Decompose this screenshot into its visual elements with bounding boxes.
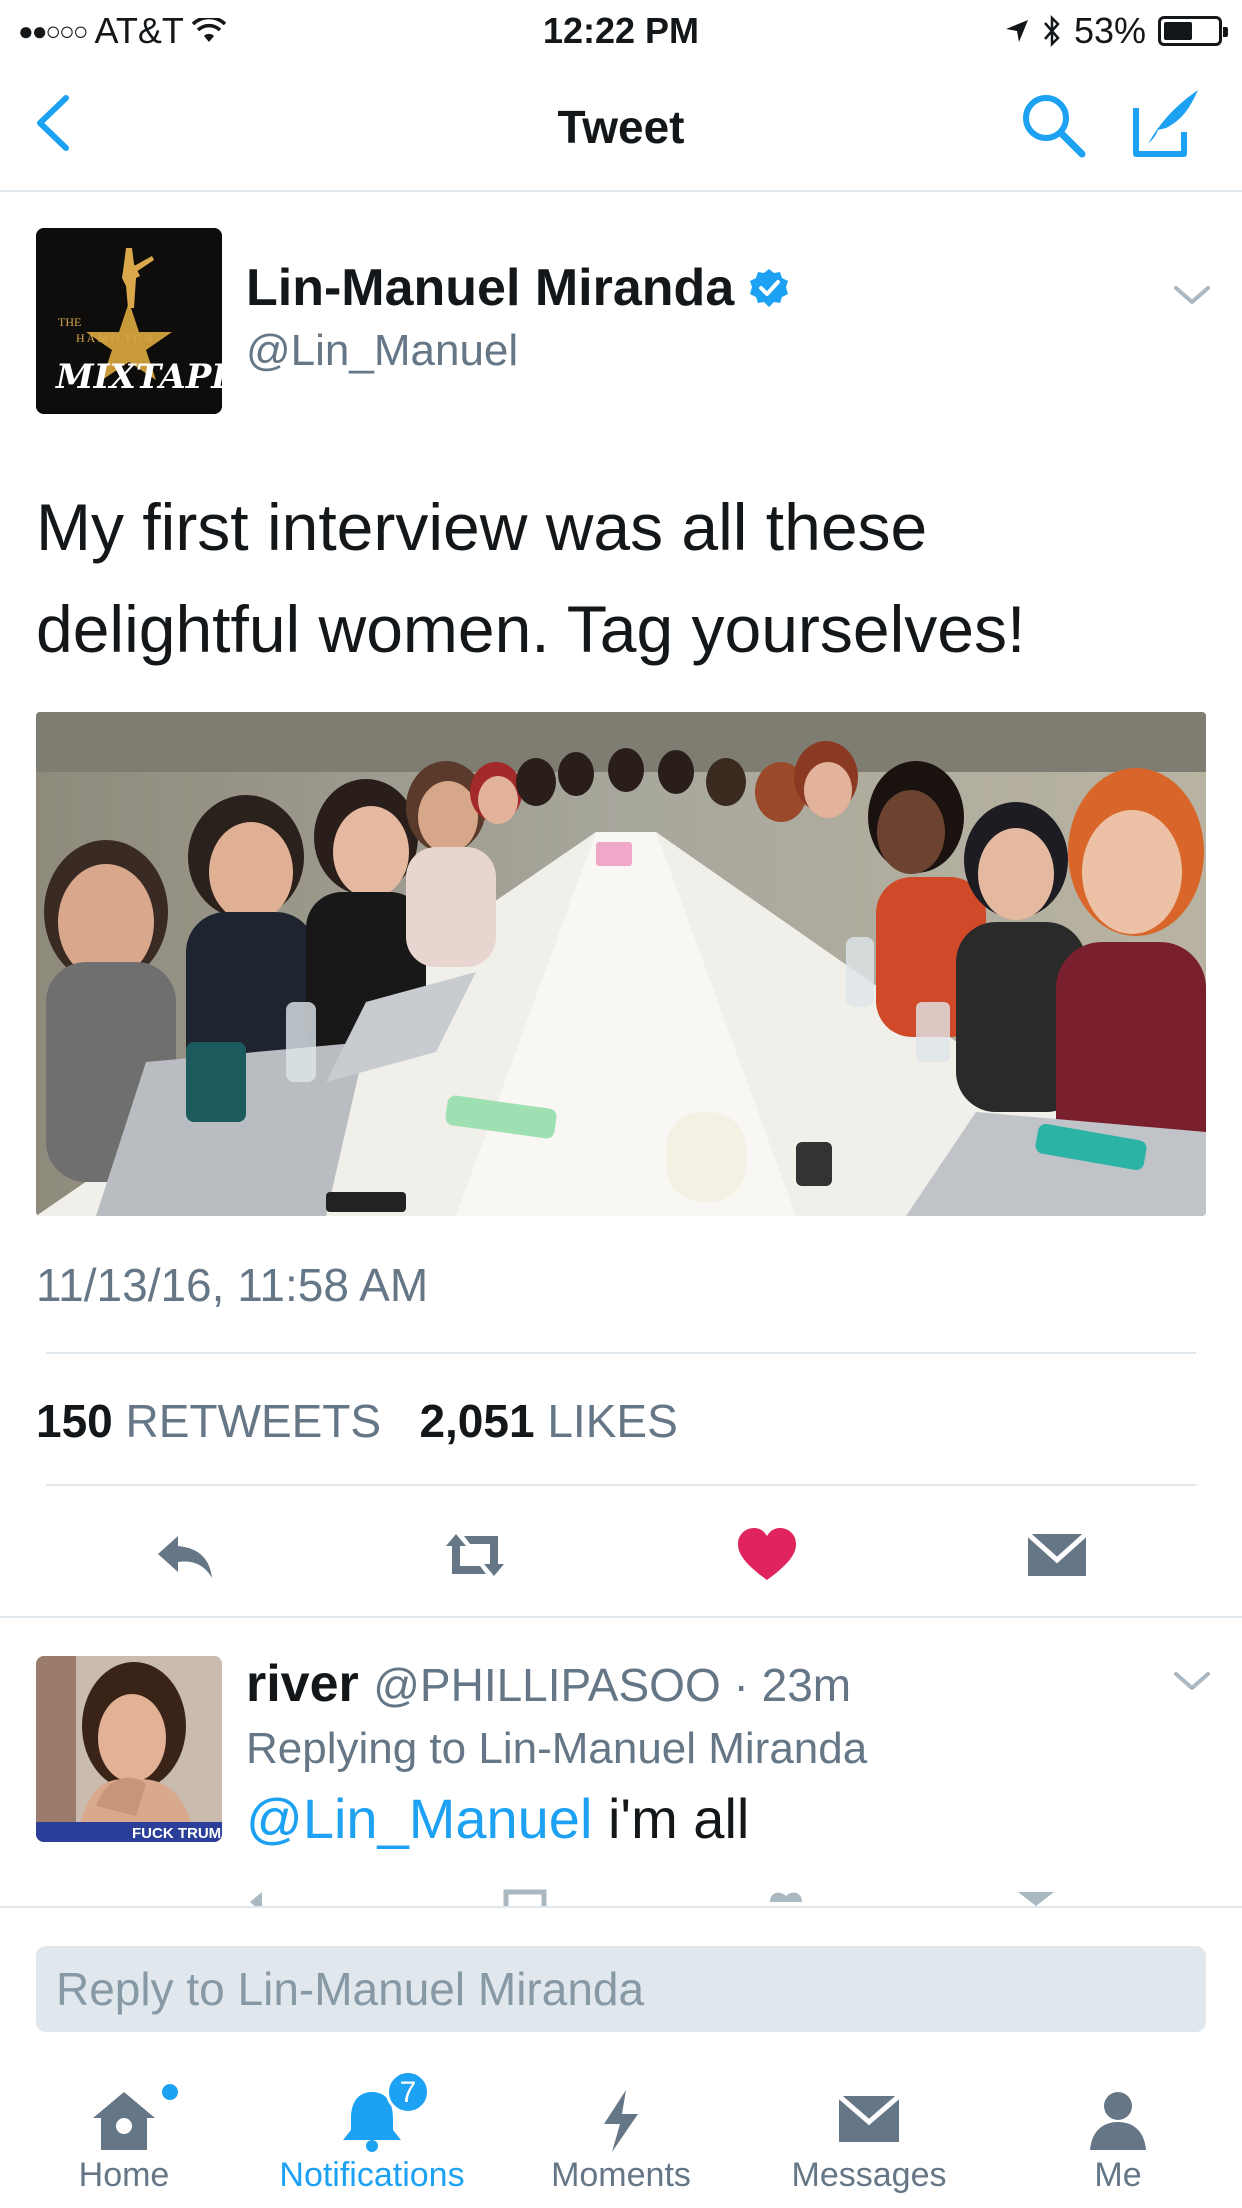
tab-moments[interactable]: Moments — [497, 2040, 745, 2208]
reply-icon[interactable] — [150, 1520, 220, 1590]
person-icon — [1090, 2092, 1146, 2150]
svg-text:HAMILTON: HAMILTON — [76, 331, 155, 345]
author-handle[interactable]: @Lin_Manuel — [246, 326, 518, 376]
reply-input[interactable] — [36, 1946, 1206, 2032]
chevron-down-icon[interactable] — [1172, 1668, 1212, 1694]
likes-label: LIKES — [547, 1395, 678, 1447]
tab-label: Home — [78, 2156, 170, 2194]
chevron-down-icon[interactable] — [1172, 282, 1212, 308]
retweet-icon[interactable] — [500, 1888, 550, 1908]
compose-icon[interactable] — [1128, 86, 1202, 160]
retweets-count: 150 — [36, 1395, 113, 1447]
tweet-photo[interactable] — [36, 712, 1206, 1216]
reply-mention-link[interactable]: @Lin_Manuel — [246, 1787, 592, 1850]
bluetooth-icon — [1043, 14, 1060, 48]
group-photo-image — [36, 712, 1206, 1216]
retweet-icon[interactable] — [440, 1520, 510, 1590]
like-heart-icon[interactable] — [766, 1888, 826, 1908]
home-icon — [93, 2092, 155, 2150]
location-arrow-icon — [1005, 20, 1028, 42]
reply-author-avatar[interactable]: FUCK TRUMP — [36, 1656, 222, 1842]
reply-text-body: i'm all — [607, 1787, 750, 1850]
battery-icon — [1158, 16, 1228, 46]
tab-label: Moments — [551, 2156, 691, 2194]
reply-avatar-image: FUCK TRUMP — [36, 1656, 222, 1842]
tab-notifications[interactable]: 7 Notifications — [248, 2040, 496, 2208]
section-divider — [0, 1616, 1242, 1618]
tab-label: Notifications — [279, 2156, 465, 2194]
reply-author-name[interactable]: river — [246, 1655, 359, 1713]
reply-avatar-caption: FUCK TRUMP — [132, 1825, 222, 1842]
notifications-badge: 7 — [386, 2070, 430, 2114]
divider — [46, 1352, 1196, 1354]
direct-message-icon[interactable] — [1016, 1888, 1056, 1908]
status-bar: ●●○○○ AT&T 12:22 PM 53% — [0, 0, 1242, 60]
divider — [46, 1484, 1196, 1486]
like-heart-icon[interactable] — [732, 1520, 802, 1590]
tweet-text: My first interview was all these delight… — [36, 490, 1026, 666]
battery-percent: 53% — [1073, 10, 1146, 51]
author-avatar[interactable]: THE HAMILTON MIXTAPE — [36, 228, 222, 414]
tweet-timestamp: 11/13/16, 11:58 AM — [36, 1259, 429, 1311]
likes-count: 2,051 — [419, 1395, 535, 1447]
author-name-text: Lin-Manuel Miranda — [246, 259, 735, 317]
reply-author-handle[interactable]: @PHILLIPASOO — [373, 1659, 721, 1711]
tweet-actions — [0, 1520, 1242, 1590]
likes-stat[interactable]: 2,051 LIKES — [419, 1395, 677, 1447]
tab-messages[interactable]: Messages — [745, 2040, 993, 2208]
lightning-icon — [604, 2090, 638, 2152]
tab-label: Me — [1094, 2156, 1142, 2194]
retweets-label: RETWEETS — [125, 1395, 382, 1447]
replying-to[interactable]: Replying to Lin-Manuel Miranda — [246, 1724, 867, 1774]
reply-actions-partial — [0, 1888, 1242, 1908]
tab-bar: Home 7 Notifications Moments Messages Me — [0, 2040, 1242, 2208]
separator-dot: · — [720, 1659, 762, 1711]
tab-me[interactable]: Me — [994, 2040, 1242, 2208]
hamilton-mixtape-logo: THE HAMILTON MIXTAPE — [36, 228, 222, 414]
reply-time: 23m — [761, 1659, 852, 1711]
search-icon[interactable] — [1018, 90, 1088, 160]
tab-label: Messages — [791, 2156, 947, 2194]
home-new-dot — [162, 2084, 178, 2100]
direct-message-icon[interactable] — [1022, 1520, 1092, 1590]
reply-header: river @PHILLIPASOO · 23m — [246, 1654, 851, 1714]
tweet-stats: 150 RETWEETS 2,051 LIKES — [36, 1394, 678, 1448]
battery-fill — [1164, 22, 1192, 40]
navigation-bar: Tweet — [0, 60, 1242, 192]
envelope-icon — [837, 2094, 901, 2142]
reply-icon[interactable] — [246, 1888, 286, 1908]
tab-home[interactable]: Home — [0, 2040, 248, 2208]
reply-composer — [0, 1906, 1242, 2040]
status-right-group: 53% — [1004, 10, 1228, 52]
author-name[interactable]: Lin-Manuel Miranda — [246, 258, 790, 318]
reply-text: @Lin_Manuel i'm all — [246, 1786, 749, 1851]
verified-badge-icon — [750, 269, 789, 307]
retweets-stat[interactable]: 150 RETWEETS — [36, 1395, 381, 1447]
svg-text:THE: THE — [58, 315, 81, 329]
svg-text:MIXTAPE: MIXTAPE — [55, 357, 222, 397]
